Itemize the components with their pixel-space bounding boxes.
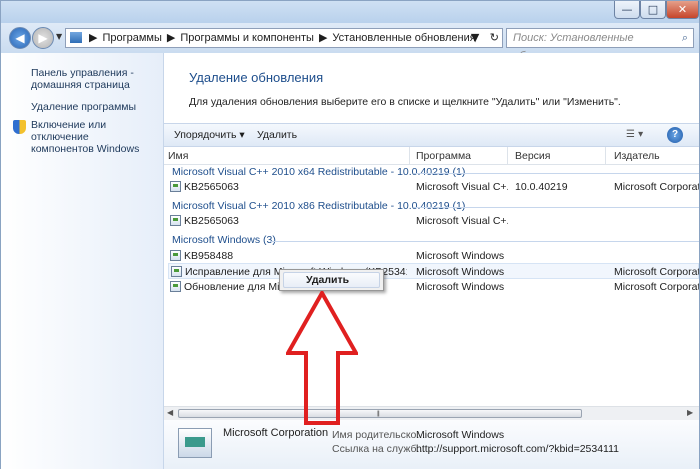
sidebar-link-control-panel-home[interactable]: Панель управления - домашняя страница xyxy=(31,67,134,91)
recent-pages-dropdown-icon[interactable]: ▼ xyxy=(56,32,62,41)
update-icon xyxy=(171,266,182,277)
sidebar-link-windows-features[interactable]: Включение или отключение компонентов Win… xyxy=(31,119,163,155)
details-parent-label: Имя родительско... xyxy=(332,429,426,441)
column-divider[interactable] xyxy=(507,147,508,165)
chevron-right-icon[interactable]: ▶ xyxy=(167,31,175,44)
breadcrumb-programs[interactable]: Программы xyxy=(102,32,161,44)
close-button[interactable]: ✕ xyxy=(666,1,699,19)
window: — □ ✕ ◀ ▶ ▼ ▶ Программы ▶ Программы и компо… xyxy=(0,0,700,469)
group-header[interactable]: Microsoft Windows (3) xyxy=(172,234,276,246)
search-icon[interactable]: ⌕ xyxy=(682,29,688,47)
update-icon xyxy=(170,181,181,192)
context-menu: Удалить xyxy=(279,269,384,291)
details-support-link[interactable]: http://support.microsoft.com/?kbid=25341… xyxy=(416,443,619,455)
column-divider[interactable] xyxy=(605,147,606,165)
scroll-right-icon[interactable]: ▶ xyxy=(687,408,693,417)
row-name: KB2565063 xyxy=(184,181,239,193)
details-support-label: Ссылка на служб... xyxy=(332,443,426,455)
column-program[interactable]: Программа xyxy=(416,150,471,162)
row-program: Microsoft Visual C+... xyxy=(416,181,508,193)
help-icon[interactable]: ? xyxy=(667,127,683,143)
column-version[interactable]: Версия xyxy=(515,150,550,162)
main-panel: Удаление обновления Для удаления обновле… xyxy=(164,53,699,469)
table-row[interactable]: KB2565063 Microsoft Visual C+... 10.0.40… xyxy=(168,179,699,195)
column-divider[interactable] xyxy=(409,147,410,165)
address-bar[interactable]: ▶ Программы ▶ Программы и компоненты ▶ Устано… xyxy=(65,28,503,48)
update-large-icon xyxy=(178,428,212,458)
group-divider xyxy=(270,241,699,242)
navigation-bar: ◀ ▶ ▼ ▶ Программы ▶ Программы и компоненты ▶… xyxy=(1,23,699,62)
details-publisher: Microsoft Corporation xyxy=(223,427,329,439)
row-publisher: Microsoft Corporation xyxy=(614,281,699,293)
breadcrumb-installed-updates[interactable]: Установленные обновления xyxy=(332,32,475,44)
row-name: KB2565063 xyxy=(184,215,239,227)
row-publisher: Microsoft Corporation xyxy=(614,266,699,278)
update-icon xyxy=(170,215,181,226)
details-pane: Microsoft Corporation Имя родительско...… xyxy=(164,420,699,469)
update-icon xyxy=(170,281,181,292)
breadcrumb-programs-and-features[interactable]: Программы и компоненты xyxy=(180,32,314,44)
column-publisher[interactable]: Издатель xyxy=(614,150,660,162)
row-name: KB958488 xyxy=(184,250,234,262)
sidebar: Панель управления - домашняя страница Уд… xyxy=(1,53,164,469)
table-row[interactable]: KB958488 Microsoft Windows xyxy=(168,248,699,264)
scrollbar-thumb[interactable]: ||| xyxy=(178,409,582,418)
command-bar: Упорядочить ▾ Удалить ☰ ▾ ? xyxy=(164,123,699,147)
search-input[interactable]: Поиск: Установленные обновления ⌕ xyxy=(506,28,694,62)
chevron-right-icon[interactable]: ▶ xyxy=(89,31,97,44)
chevron-right-icon[interactable]: ▶ xyxy=(319,31,327,44)
details-parent-value: Microsoft Windows xyxy=(416,429,505,441)
group-header[interactable]: Microsoft Visual C++ 2010 x64 Redistribu… xyxy=(172,166,465,178)
view-options-icon[interactable]: ☰ ▾ xyxy=(626,129,643,140)
group-divider xyxy=(414,207,699,208)
title-bar: — □ ✕ xyxy=(1,1,699,23)
scroll-left-icon[interactable]: ◀ xyxy=(167,408,173,417)
grip-icon: ||| xyxy=(377,411,380,417)
maximize-button[interactable]: □ xyxy=(640,1,666,19)
sidebar-link-uninstall-program[interactable]: Удаление программы xyxy=(31,101,136,113)
group-divider xyxy=(414,173,699,174)
row-version: 10.0.40219 xyxy=(515,181,568,193)
horizontal-scrollbar[interactable]: ◀ ||| ▶ xyxy=(164,406,699,420)
row-program: Microsoft Windows xyxy=(416,266,505,278)
row-program: Microsoft Windows xyxy=(416,281,505,293)
organize-button[interactable]: Упорядочить ▾ xyxy=(174,129,245,141)
table-row-selected[interactable]: Исправление для Microsoft Windows (KB253… xyxy=(168,263,699,279)
row-publisher: Microsoft Corporation xyxy=(614,181,699,193)
row-program: Microsoft Windows xyxy=(416,250,505,262)
column-name[interactable]: Имя xyxy=(168,150,188,162)
column-headers: Имя Программа Версия Издатель xyxy=(164,147,699,165)
minimize-button[interactable]: — xyxy=(614,1,640,19)
table-row[interactable]: Обновление для Microsoft Windows Microso… xyxy=(168,279,699,295)
forward-button[interactable]: ▶ xyxy=(32,27,54,49)
row-program: Microsoft Visual C+... xyxy=(416,215,508,227)
group-header[interactable]: Microsoft Visual C++ 2010 x86 Redistribu… xyxy=(172,200,465,212)
red-arrow-annotation xyxy=(286,291,358,425)
update-icon xyxy=(170,250,181,261)
shield-icon xyxy=(13,120,26,134)
back-button[interactable]: ◀ xyxy=(9,27,31,49)
context-menu-remove[interactable]: Удалить xyxy=(283,272,380,288)
table-row[interactable]: KB2565063 Microsoft Visual C+... xyxy=(168,213,699,229)
page-description: Для удаления обновления выберите его в с… xyxy=(189,96,621,108)
address-tools[interactable]: ▼ ↻ xyxy=(471,29,499,47)
page-title: Удаление обновления xyxy=(189,70,324,85)
control-panel-icon xyxy=(70,32,82,43)
remove-button[interactable]: Удалить xyxy=(257,129,297,141)
